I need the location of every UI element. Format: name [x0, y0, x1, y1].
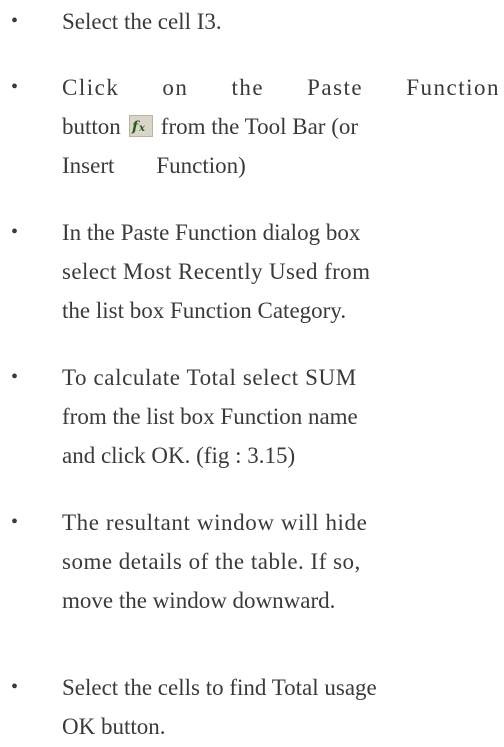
paste-function-fx-icon: fx: [128, 115, 153, 137]
word: Insert: [62, 153, 115, 178]
instruction-text: and click OK. (fig : 3.15): [62, 443, 296, 468]
svg-text:x: x: [138, 123, 146, 134]
word: from the Tool Bar (or: [160, 114, 359, 139]
instruction-item-1: • Select the cell I3.: [11, 2, 504, 41]
word: Function): [156, 153, 246, 178]
instruction-text: button f x from the Tool Bar (or: [62, 107, 504, 146]
bullet-marker: •: [11, 676, 19, 698]
bullet-marker: •: [11, 76, 19, 98]
word: on: [162, 75, 189, 100]
instruction-text: some details of the table. If so,: [62, 549, 361, 574]
instruction-item-6: • Select the cells to find Total usage O…: [11, 668, 504, 746]
bullet-marker: •: [11, 366, 19, 388]
instruction-text-justified: Click on the Paste Function: [62, 68, 500, 107]
word: button: [62, 114, 121, 139]
bullet-marker: •: [11, 10, 19, 32]
word: the: [231, 75, 265, 100]
instruction-text: OK button.: [62, 714, 166, 739]
instruction-text: select Most Recently Used from: [62, 259, 371, 284]
instruction-text: move the window downward.: [62, 588, 336, 613]
instruction-item-2: • Click on the Paste Function button f x fr…: [11, 68, 504, 185]
bullet-marker: •: [11, 511, 19, 533]
word: Paste: [307, 75, 364, 100]
instruction-text: Select the cell I3.: [62, 9, 222, 34]
instruction-text: from the list box Function name: [62, 404, 358, 429]
instruction-item-5: • The resultant window will hide some de…: [11, 503, 504, 620]
instruction-text: Insert Function): [62, 146, 504, 185]
instruction-text: the list box Function Category.: [62, 298, 347, 323]
instruction-text: To calculate Total select SUM: [62, 365, 357, 390]
instruction-text: In the Paste Function dialog box: [62, 220, 361, 245]
document-page: • Select the cell I3. • Click on the Pas…: [0, 0, 504, 747]
bullet-marker: •: [11, 221, 19, 243]
word: Function: [406, 75, 500, 100]
instruction-item-4: • To calculate Total select SUM from the…: [11, 358, 504, 475]
instruction-text: The resultant window will hide: [62, 510, 368, 535]
word: Click: [62, 75, 120, 100]
fx-icon-glyph: fx: [131, 119, 146, 134]
instruction-text: Select the cells to find Total usage: [62, 675, 377, 700]
instruction-item-3: • In the Paste Function dialog box selec…: [11, 213, 504, 330]
